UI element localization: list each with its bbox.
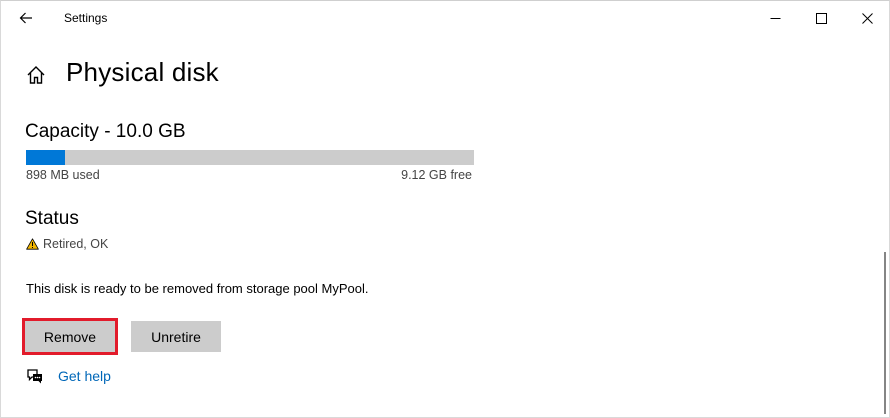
scrollbar[interactable] xyxy=(884,252,886,414)
home-icon[interactable] xyxy=(25,64,47,86)
free-space-label: 9.12 GB free xyxy=(401,168,472,182)
minimize-icon xyxy=(770,17,780,19)
capacity-bar xyxy=(26,150,474,165)
page-title: Physical disk xyxy=(66,57,219,87)
remove-button[interactable]: Remove xyxy=(22,318,118,355)
get-help-label: Get help xyxy=(58,368,111,384)
capacity-heading: Capacity - 10.0 GB xyxy=(25,121,186,142)
removal-info-text: This disk is ready to be removed from st… xyxy=(26,281,369,296)
unretire-button[interactable]: Unretire xyxy=(131,321,221,352)
app-title: Settings xyxy=(64,11,108,25)
title-bar: Settings xyxy=(1,1,889,35)
used-space-label: 898 MB used xyxy=(26,168,100,182)
back-arrow-icon xyxy=(19,12,32,24)
help-chat-icon xyxy=(27,369,42,384)
close-button[interactable] xyxy=(844,1,890,35)
minimize-button[interactable] xyxy=(752,1,798,35)
back-button[interactable] xyxy=(13,7,39,29)
get-help-link[interactable]: Get help xyxy=(26,368,111,384)
close-icon xyxy=(861,12,873,24)
settings-window: Settings Physical disk Capacity - 10.0 G… xyxy=(0,0,890,418)
status-heading: Status xyxy=(25,208,79,229)
capacity-bar-fill xyxy=(26,150,66,165)
maximize-icon xyxy=(815,12,827,24)
status-value: Retired, OK xyxy=(43,237,109,251)
status-row: Retired, OK xyxy=(26,237,108,251)
maximize-button[interactable] xyxy=(798,1,844,35)
warning-icon xyxy=(26,238,39,250)
